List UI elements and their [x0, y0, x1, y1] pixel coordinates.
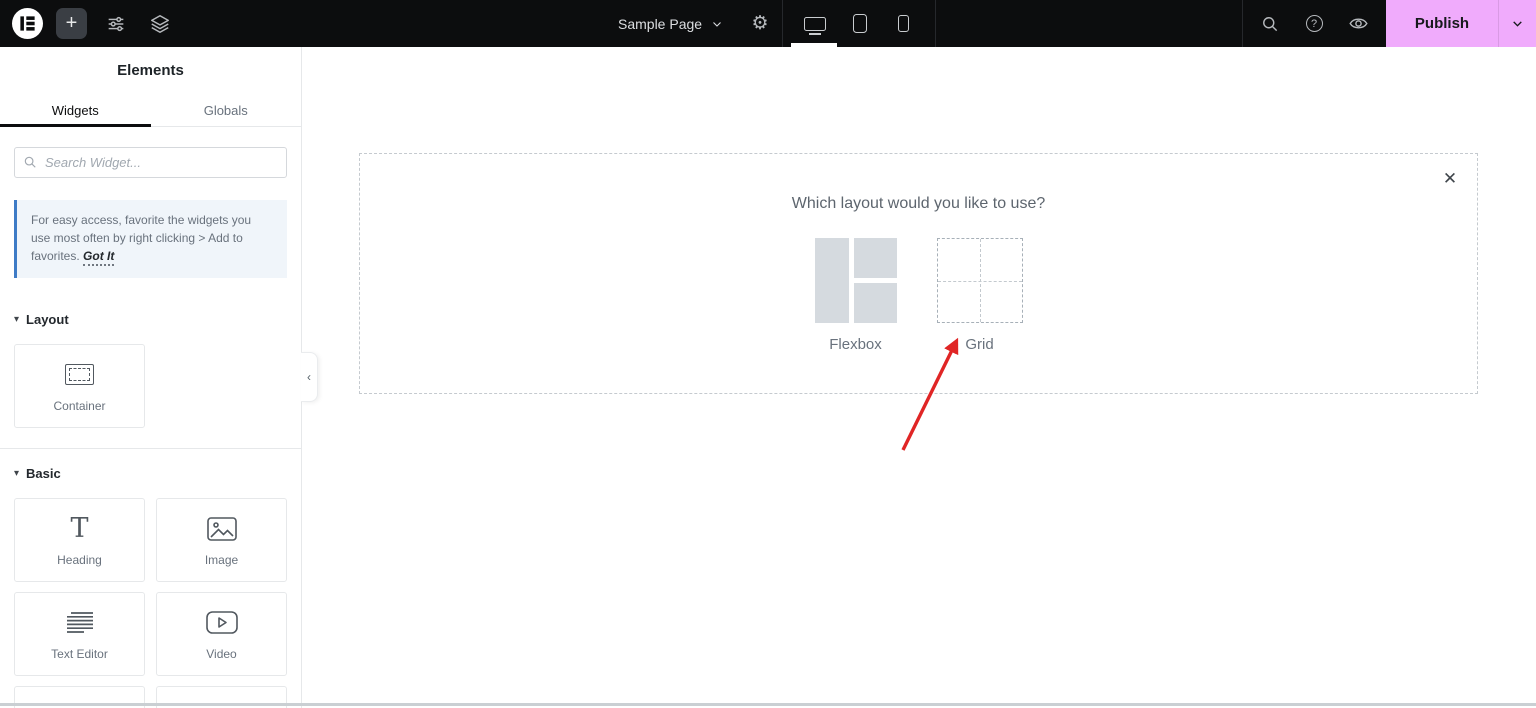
option-label: Flexbox — [829, 336, 882, 353]
add-section-dialog: ✕ Which layout would you like to use? Fl… — [359, 153, 1478, 394]
publish-button[interactable]: Publish — [1386, 0, 1498, 47]
video-icon — [205, 608, 238, 638]
dialog-question: Which layout would you like to use? — [791, 195, 1046, 212]
widget-label: Video — [206, 646, 237, 661]
active-tab-underline — [0, 124, 151, 127]
device-tablet-button[interactable] — [838, 0, 882, 47]
chevron-left-icon: ‹ — [307, 370, 311, 384]
got-it-link[interactable]: Got It — [83, 249, 115, 266]
image-icon — [206, 514, 237, 544]
layout-options: Flexbox Grid — [360, 238, 1477, 353]
top-bar: + Sample Page ⚙ ? Publish — [0, 0, 1536, 47]
page-settings-button[interactable]: ⚙ — [744, 8, 776, 39]
topbar-separator — [1242, 0, 1243, 47]
notice-text: For easy access, favorite the widgets yo… — [31, 213, 252, 263]
finder-search-button[interactable] — [1254, 8, 1286, 39]
grid-icon — [936, 238, 1023, 323]
plus-icon: + — [65, 12, 78, 34]
widgets-panel: Elements Widgets Globals For easy access… — [0, 47, 302, 708]
widget-heading[interactable]: T Heading — [14, 498, 145, 582]
option-label: Grid — [965, 336, 994, 353]
tab-widgets[interactable]: Widgets — [0, 94, 151, 126]
document-title: Sample Page — [618, 15, 703, 32]
panel-tabs: Widgets Globals — [0, 94, 301, 127]
tablet-icon — [853, 14, 867, 33]
widget-label: Image — [204, 552, 239, 567]
elementor-logo[interactable] — [12, 8, 43, 39]
eye-icon — [1348, 18, 1368, 29]
preview-button[interactable] — [1342, 8, 1374, 39]
mobile-icon — [897, 15, 909, 32]
caret-down-icon: ▾ — [14, 468, 20, 479]
option-flexbox[interactable]: Flexbox — [814, 238, 897, 353]
widget-label: Text Editor — [51, 646, 108, 661]
topbar-separator — [782, 0, 783, 47]
elementor-editor: + Sample Page ⚙ ? Publish Elements Widge… — [0, 0, 1536, 708]
grid-line — [937, 280, 1022, 282]
panel-collapse-button[interactable]: ‹ — [301, 352, 318, 402]
widget-container[interactable]: Container — [14, 344, 145, 428]
add-element-button[interactable]: + — [56, 8, 87, 39]
search-icon — [1263, 16, 1278, 31]
section-layout[interactable]: ▾ Layout — [0, 312, 301, 327]
search-icon — [24, 156, 36, 168]
window-bottom-edge — [0, 703, 1536, 706]
widget-label: Container — [53, 398, 106, 413]
text-editor-icon — [65, 608, 95, 638]
topbar-separator — [935, 0, 936, 47]
option-grid[interactable]: Grid — [936, 238, 1023, 353]
elementor-logo-icon — [20, 16, 35, 31]
section-label: Layout — [26, 312, 69, 327]
widget-label: Heading — [57, 552, 102, 567]
desktop-icon — [804, 16, 826, 35]
favorites-notice: For easy access, favorite the widgets yo… — [14, 200, 287, 278]
device-mobile-button[interactable] — [881, 0, 925, 47]
help-icon: ? — [1305, 15, 1323, 32]
widget-image[interactable]: Image — [156, 498, 287, 582]
gear-icon: ⚙ — [751, 13, 769, 34]
widget-text-editor[interactable]: Text Editor — [14, 592, 145, 676]
device-desktop-button[interactable] — [793, 0, 837, 47]
section-label: Basic — [26, 466, 61, 481]
close-icon[interactable]: ✕ — [1438, 167, 1462, 191]
chevron-down-icon — [1513, 21, 1522, 27]
sliders-icon — [108, 16, 124, 31]
widget-video[interactable]: Video — [156, 592, 287, 676]
section-divider — [0, 448, 301, 449]
widget-search — [14, 147, 287, 178]
flexbox-icon — [814, 238, 897, 323]
basic-widgets-grid: T Heading Image Text Editor Video — [14, 498, 287, 708]
section-basic[interactable]: ▾ Basic — [0, 466, 301, 481]
panel-title: Elements — [117, 62, 184, 79]
site-settings-sliders-button[interactable] — [100, 8, 132, 39]
container-icon — [65, 360, 94, 390]
publish-options-button[interactable] — [1498, 0, 1536, 47]
caret-down-icon: ▾ — [14, 314, 20, 325]
active-device-indicator — [791, 43, 837, 47]
heading-icon: T — [70, 513, 89, 544]
structure-button[interactable] — [144, 8, 176, 39]
document-switcher[interactable]: Sample Page — [608, 0, 733, 47]
layout-widgets-grid: Container — [14, 344, 287, 428]
chevron-down-icon — [713, 21, 721, 27]
tab-globals[interactable]: Globals — [151, 94, 302, 126]
search-widget-input[interactable] — [14, 147, 287, 178]
layers-icon — [151, 14, 169, 33]
editor-canvas: ✕ Which layout would you like to use? Fl… — [303, 47, 1536, 708]
help-button[interactable]: ? — [1298, 8, 1330, 39]
